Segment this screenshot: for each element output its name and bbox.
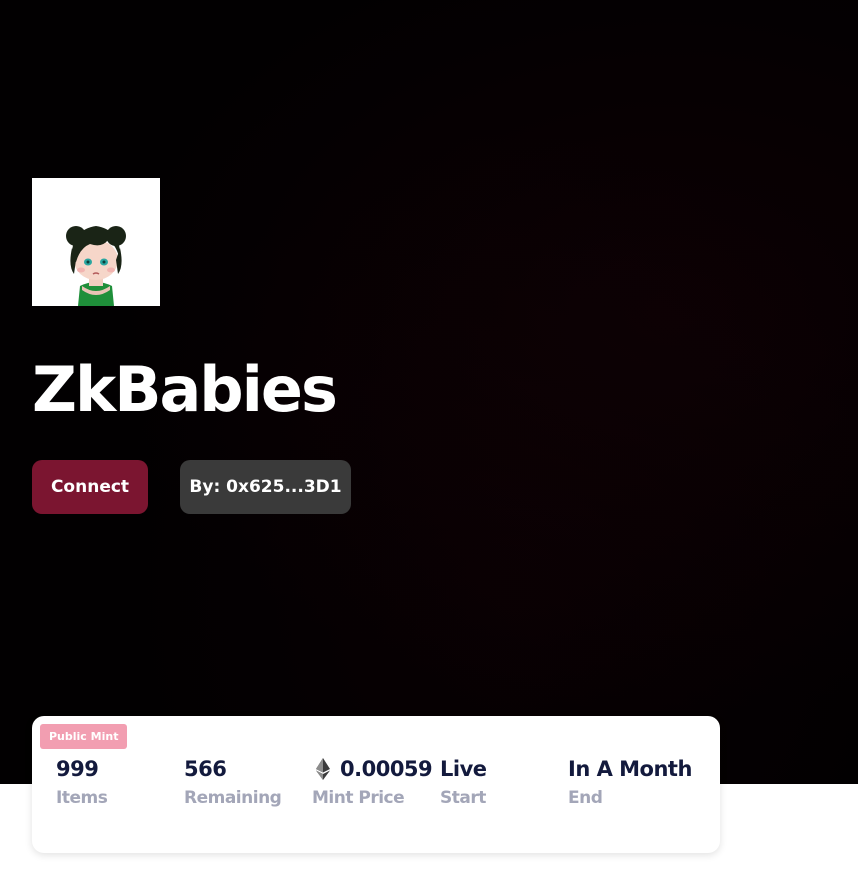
- stat-value: 999: [56, 757, 99, 781]
- stat-label: Items: [56, 788, 108, 808]
- baby-avatar-icon: [32, 178, 160, 306]
- connect-button[interactable]: Connect: [32, 460, 148, 514]
- stat-value: Live: [440, 757, 487, 781]
- stat-end: In A Month End: [568, 756, 692, 808]
- creator-address-button[interactable]: By: 0x625...3D1: [180, 460, 351, 514]
- mint-info-card: Public Mint 999 Items 566 Remaining 0.00…: [32, 716, 720, 853]
- stat-mint-price: 0.00059 Mint Price: [312, 756, 433, 808]
- stat-value: 566: [184, 757, 227, 781]
- mint-price-value: 0.00059: [340, 757, 433, 781]
- stat-label: End: [568, 788, 603, 808]
- stat-value: In A Month: [568, 757, 692, 781]
- hero-banner: ZkBabies Connect By: 0x625...3D1: [0, 0, 858, 784]
- stat-value-row: 0.00059: [312, 756, 433, 782]
- stat-items: 999 Items: [56, 756, 108, 808]
- ethereum-icon: [316, 758, 330, 780]
- stat-remaining: 566 Remaining: [184, 756, 282, 808]
- stat-start: Live Start: [440, 756, 487, 808]
- collection-avatar: [32, 178, 160, 306]
- stat-label: Remaining: [184, 788, 282, 808]
- collection-title: ZkBabies: [32, 353, 338, 426]
- stat-label: Mint Price: [312, 788, 405, 808]
- stat-label: Start: [440, 788, 486, 808]
- mint-phase-badge: Public Mint: [40, 724, 128, 749]
